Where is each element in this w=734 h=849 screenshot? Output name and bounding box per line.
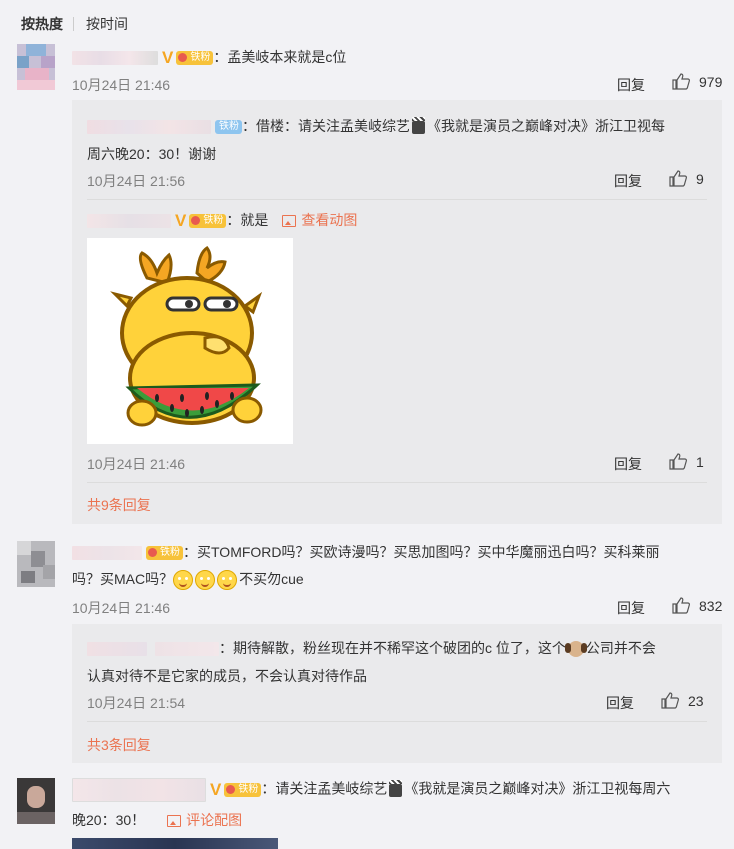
thumbs-up-icon bbox=[672, 73, 690, 90]
comment-text: ：请关注孟美岐综艺 bbox=[261, 780, 388, 797]
dragon-sticker bbox=[110, 245, 263, 427]
reply-header: 铁粉 ：借楼：请关注孟美岐综艺 《我就是演员之巅峰对决》浙江卫视每 bbox=[87, 116, 665, 136]
avatar[interactable] bbox=[17, 44, 55, 90]
thumbs-up-icon bbox=[661, 692, 679, 709]
tab-by-hot[interactable]: 按热度 bbox=[21, 14, 63, 34]
reply-time: 10月24日 21:54 bbox=[87, 695, 186, 711]
verified-v-icon: V bbox=[210, 780, 222, 799]
like-button[interactable]: 9 bbox=[669, 170, 704, 187]
reply-text-cont: 《我就是演员之巅峰对决》浙江卫视每 bbox=[427, 118, 665, 134]
like-button[interactable]: 832 bbox=[672, 597, 722, 614]
like-count: 979 bbox=[699, 73, 723, 90]
verified-v-icon: V bbox=[175, 211, 187, 231]
reply-text: ：借楼：请关注孟美岐综艺 bbox=[242, 118, 410, 134]
comment-text-line2: 吗？买MAC吗？ 不买勿cue bbox=[72, 569, 304, 591]
avatar[interactable] bbox=[17, 541, 55, 587]
image-icon bbox=[282, 215, 297, 228]
like-button[interactable]: 979 bbox=[672, 73, 722, 90]
comment-text: 晚20：30！ bbox=[72, 812, 146, 828]
like-button[interactable]: 1 bbox=[669, 453, 704, 470]
like-count: 1 bbox=[696, 453, 704, 470]
image-icon bbox=[167, 815, 182, 828]
like-count: 832 bbox=[699, 597, 723, 614]
tab-divider bbox=[73, 17, 74, 31]
sort-tabs: 按热度 按时间 bbox=[21, 14, 128, 34]
reply-text-cont: 公司并不会 bbox=[585, 640, 656, 656]
tab-by-time[interactable]: 按时间 bbox=[86, 14, 128, 34]
comment-header: 铁粉 ：买TOMFORD吗？买欧诗漫吗？买思加图吗？买中华魔丽迅白吗？买科莱丽 bbox=[72, 542, 660, 562]
smile-emoji-icon bbox=[217, 570, 238, 591]
view-more-replies-link[interactable]: 共3条回复 bbox=[87, 735, 151, 755]
reply-header: ：期待解散，粉丝现在并不稀罕这个破团的c 位了，这个 公司并不会 bbox=[87, 638, 656, 658]
view-gif-link[interactable]: 查看动图 bbox=[282, 212, 357, 228]
thumbs-up-icon bbox=[669, 453, 687, 470]
comment-text: 吗？买MAC吗？ bbox=[72, 571, 174, 587]
view-more-replies-link[interactable]: 共9条回复 bbox=[87, 495, 151, 515]
reply-time: 10月24日 21:56 bbox=[87, 173, 186, 189]
reply-button[interactable]: 回复 bbox=[614, 454, 642, 474]
username-blurred[interactable] bbox=[72, 51, 158, 66]
comment-time: 10月24日 21:46 bbox=[72, 77, 171, 93]
like-button[interactable]: 23 bbox=[661, 692, 704, 709]
reply-button[interactable]: 回复 bbox=[606, 693, 634, 713]
comment-image-label: 评论配图 bbox=[186, 812, 243, 828]
verified-v-icon: V bbox=[162, 48, 174, 68]
username-blurred[interactable] bbox=[72, 778, 206, 802]
dog-emoji-icon bbox=[564, 641, 584, 658]
fan-badge: 铁粉 bbox=[176, 51, 214, 66]
reply-button[interactable]: 回复 bbox=[617, 75, 645, 95]
smile-emoji-icon bbox=[173, 570, 194, 591]
thumbs-up-icon bbox=[669, 170, 687, 187]
comment-header: V 铁粉 ：请关注孟美岐综艺 《我就是演员之巅峰对决》浙江卫视每周六 bbox=[72, 778, 670, 802]
divider bbox=[87, 482, 707, 483]
view-gif-label: 查看动图 bbox=[301, 212, 358, 228]
reply-text-line2: 认真对待不是它家的成员，不会认真对待作品 bbox=[87, 668, 367, 684]
smile-emoji-icon bbox=[195, 570, 216, 591]
username-blurred[interactable] bbox=[72, 546, 142, 561]
username-blurred[interactable] bbox=[87, 214, 171, 229]
fan-badge: 铁粉 bbox=[189, 214, 227, 229]
reply-header: V 铁粉 ：就是 查看动图 bbox=[87, 210, 357, 231]
fan-badge: 铁粉 bbox=[146, 546, 183, 561]
avatar[interactable] bbox=[17, 778, 55, 824]
divider bbox=[87, 721, 707, 722]
comment-text-cont: 《我就是演员之巅峰对决》浙江卫视每周六 bbox=[404, 780, 671, 797]
reply-text-line2: 周六晚20：30！谢谢 bbox=[87, 146, 217, 162]
reply-button[interactable]: 回复 bbox=[614, 171, 642, 191]
username-blurred-part bbox=[155, 642, 219, 657]
sticker-image[interactable] bbox=[87, 238, 293, 444]
clapperboard-icon bbox=[412, 116, 425, 134]
username-blurred[interactable] bbox=[87, 642, 147, 657]
comment-image-link[interactable]: 评论配图 bbox=[167, 812, 242, 828]
reply-button[interactable]: 回复 bbox=[617, 598, 645, 618]
comment-header: V 铁粉 ：孟美岐本来就是c位 bbox=[72, 47, 346, 68]
fan-badge: 铁粉 bbox=[224, 783, 262, 797]
divider bbox=[87, 199, 707, 200]
clapperboard-icon bbox=[389, 779, 403, 797]
thumbs-up-icon bbox=[672, 597, 690, 614]
reply-text: ：期待解散，粉丝现在并不稀罕这个破团的c 位了，这个 bbox=[219, 640, 566, 656]
like-count: 23 bbox=[688, 692, 704, 709]
comment-text: ：孟美岐本来就是c位 bbox=[213, 49, 347, 65]
comment-text: ：买TOMFORD吗？买欧诗漫吗？买思加图吗？买中华魔丽迅白吗？买科莱丽 bbox=[183, 544, 660, 560]
fan-badge: 铁粉 bbox=[215, 120, 242, 135]
reply-text: ：就是 bbox=[226, 212, 269, 228]
comment-image-thumbnail[interactable] bbox=[72, 838, 278, 849]
comment-time: 10月24日 21:46 bbox=[72, 600, 171, 616]
username-blurred[interactable] bbox=[87, 120, 211, 135]
like-count: 9 bbox=[696, 170, 704, 187]
reply-time: 10月24日 21:46 bbox=[87, 456, 186, 472]
comment-text: 不买勿cue bbox=[239, 571, 304, 587]
comment-text-line2: 晚20：30！ 评论配图 bbox=[72, 810, 242, 830]
